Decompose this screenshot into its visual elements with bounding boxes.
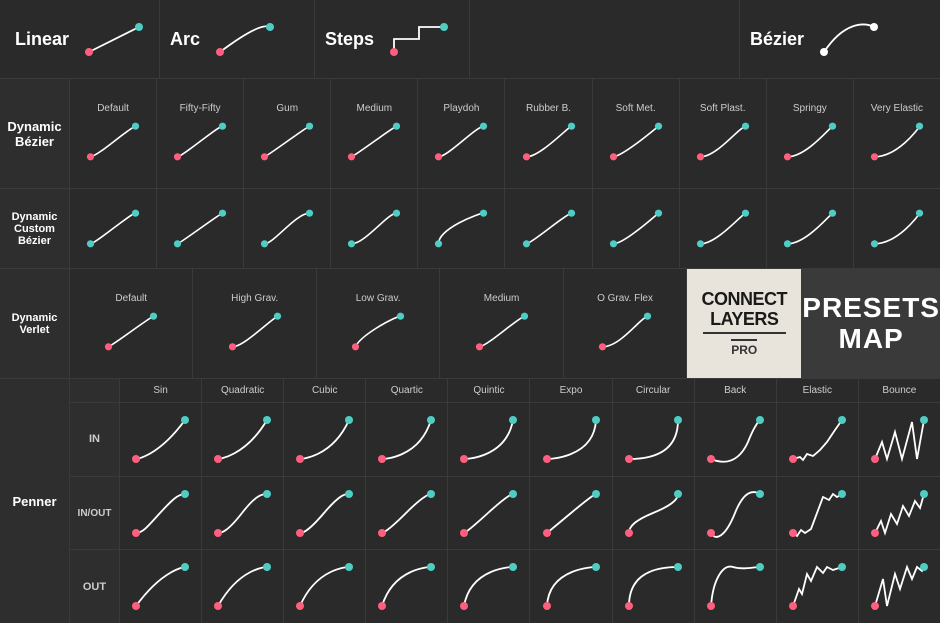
preset-soft-met: Soft Met.	[593, 79, 680, 188]
dynamic-verlet-label: DynamicVerlet	[0, 269, 70, 378]
row-dynamic-custom-bezier: DynamicCustomBézier	[0, 189, 940, 269]
penner-in-cells	[120, 403, 940, 476]
penner-header: Sin Quadratic Cubic Quartic Quintic Expo…	[70, 379, 940, 403]
penner-content: Sin Quadratic Cubic Quartic Quintic Expo…	[70, 379, 940, 623]
verlet-o-grav-flex: O Grav. Flex	[564, 269, 687, 378]
penner-header-labels: Sin Quadratic Cubic Quartic Quintic Expo…	[120, 379, 940, 402]
dynamic-verlet-content: Default High Grav. Low Grav.	[70, 269, 940, 378]
penner-inout-cells	[120, 477, 940, 550]
arc-curve	[210, 17, 280, 62]
linear-curve	[79, 17, 149, 62]
preset-playdoh: Playdoh	[418, 79, 505, 188]
preset-medium: Medium	[331, 79, 418, 188]
steps-curve	[384, 17, 454, 62]
preset-rubber-b: Rubber B.	[505, 79, 592, 188]
arc-label: Arc	[170, 29, 200, 50]
penner-out-cells	[120, 550, 940, 623]
bezier-label: Bézier	[750, 29, 804, 50]
logo-main-text: CONNECTLAYERS	[702, 290, 788, 330]
penner-inout-row: IN/OUT	[70, 477, 940, 551]
verlet-medium: Medium	[440, 269, 563, 378]
verlet-low-grav: Low Grav.	[317, 269, 440, 378]
dynamic-bezier-label: DynamicBézier	[0, 79, 70, 188]
dynamic-custom-bezier-label: DynamicCustomBézier	[0, 189, 70, 268]
verlet-high-grav: High Grav.	[193, 269, 316, 378]
preset-fifty-fifty: Fifty-Fifty	[157, 79, 244, 188]
steps-label: Steps	[325, 29, 374, 50]
logo-pro-text: PRO	[731, 339, 757, 357]
main-container: Linear Arc Steps	[0, 0, 940, 623]
penner-out-row: OUT	[70, 550, 940, 623]
preset-gum: Gum	[244, 79, 331, 188]
dynamic-custom-bezier-presets	[70, 189, 940, 268]
row-dynamic-verlet: DynamicVerlet Default High Grav.	[0, 269, 940, 379]
penner-label: Penner	[0, 379, 70, 623]
row-linear: Linear Arc Steps	[0, 0, 940, 79]
preset-soft-plast: Soft Plast.	[680, 79, 767, 188]
preset-springy: Springy	[767, 79, 854, 188]
preset-default: Default	[70, 79, 157, 188]
dynamic-bezier-presets: Default Fifty-Fifty Gum	[70, 79, 940, 188]
presets-map-text: PRESETSMAP	[802, 293, 940, 355]
bezier-curve	[814, 17, 884, 62]
linear-label: Linear	[15, 29, 69, 50]
penner-in-row: IN	[70, 403, 940, 477]
verlet-default: Default	[70, 269, 193, 378]
preset-very-elastic: Very Elastic	[854, 79, 940, 188]
presets-map-cell: PRESETSMAP	[802, 269, 940, 378]
row-penner: Penner Sin Quadratic Cubic Quartic Quint…	[0, 379, 940, 623]
connect-layers-logo: CONNECTLAYERS PRO	[687, 269, 802, 378]
row-dynamic-bezier: DynamicBézier Default Fifty-Fifty	[0, 79, 940, 189]
